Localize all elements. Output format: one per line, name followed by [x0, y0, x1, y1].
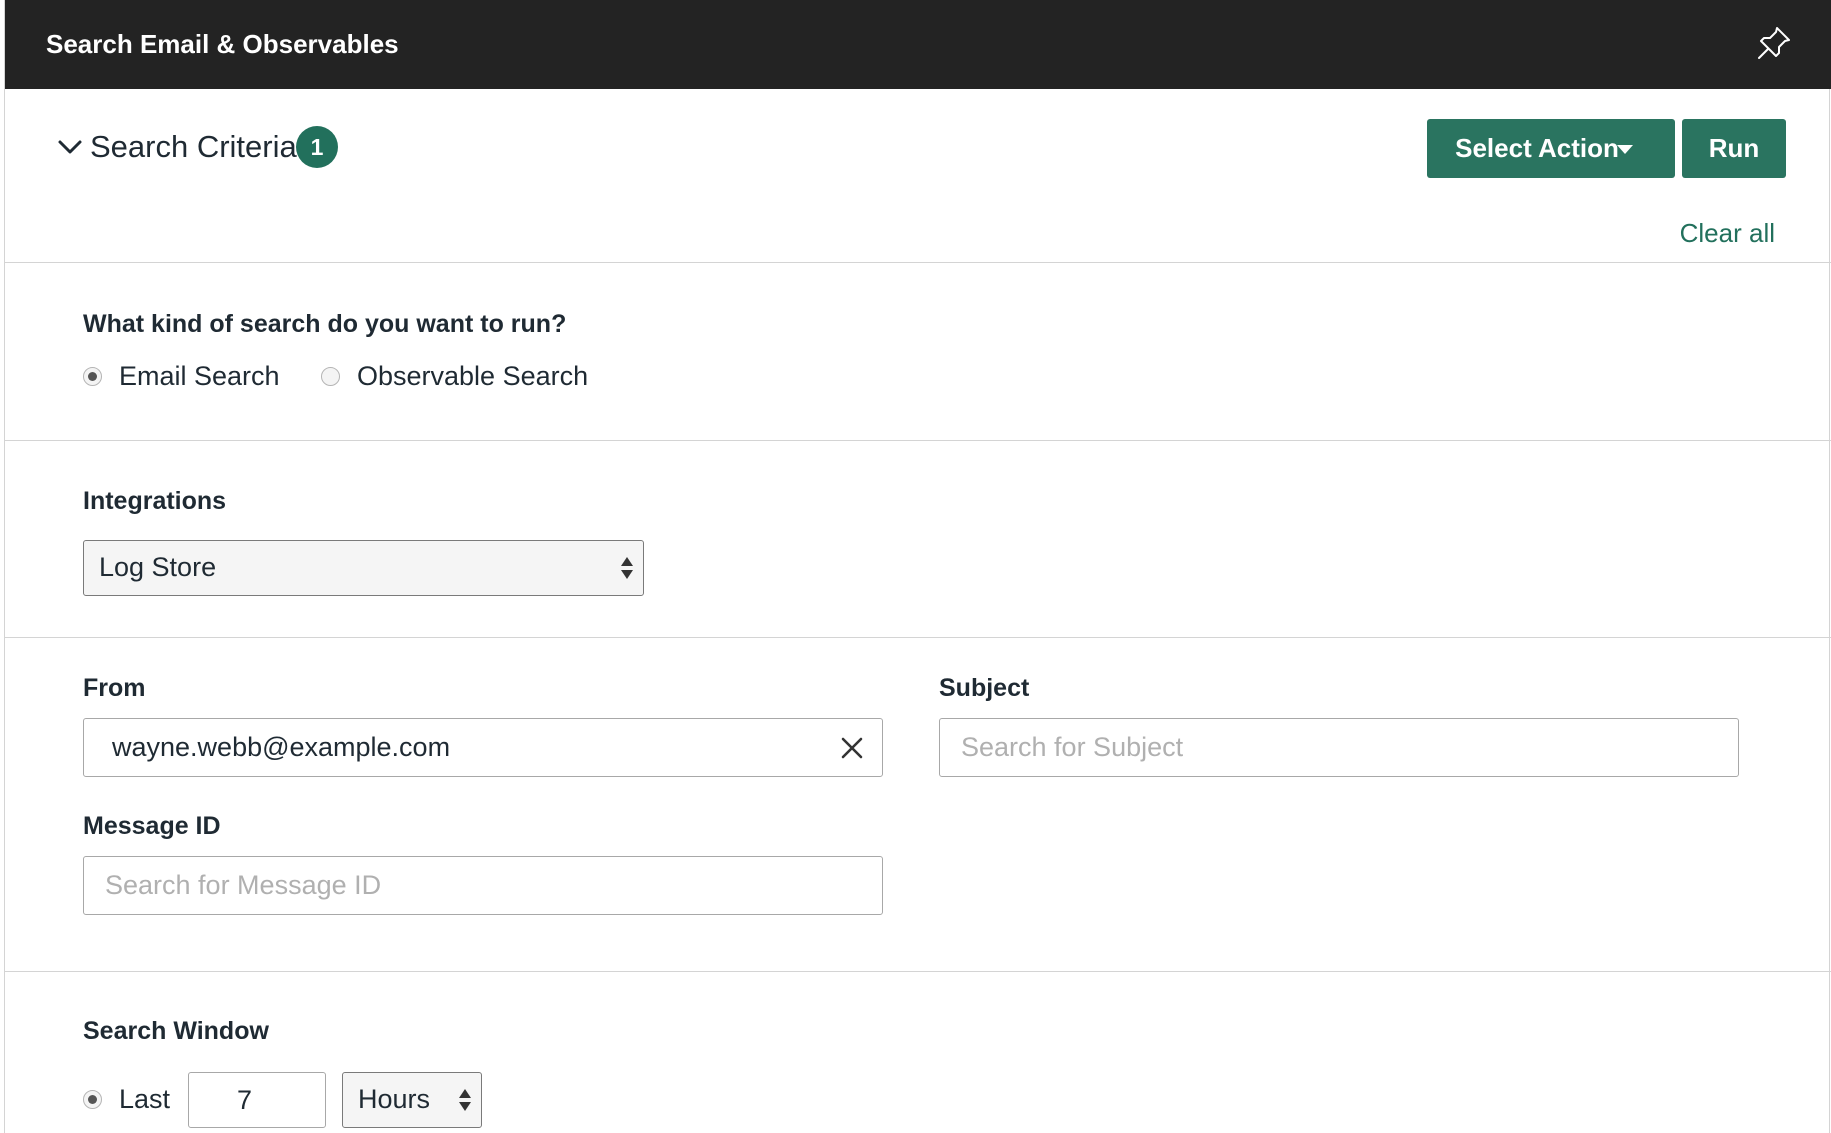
pin-icon[interactable]	[1755, 24, 1793, 62]
panel-title: Search Email & Observables	[46, 29, 399, 59]
radio-button[interactable]	[83, 366, 102, 386]
from-field-value: wayne.webb@example.com	[112, 732, 451, 762]
search-window-label: Search Window	[83, 1017, 269, 1045]
integrations-select[interactable]: Log Store	[83, 540, 644, 596]
clear-icon[interactable]	[840, 736, 864, 760]
radio-button[interactable]	[83, 1089, 102, 1109]
radio-observable-search[interactable]: Observable Search	[321, 359, 588, 393]
select-action-label: Select Action	[1455, 133, 1619, 163]
clear-all-link[interactable]: Clear all	[1680, 217, 1775, 249]
integrations-label: Integrations	[83, 487, 227, 515]
select-arrows-icon	[621, 557, 633, 579]
message-id-placeholder: Search for Message ID	[105, 870, 382, 900]
from-field[interactable]: wayne.webb@example.com	[83, 718, 883, 777]
radio-email-search[interactable]: Email Search	[83, 359, 280, 393]
select-action-button[interactable]: Select Action	[1427, 119, 1675, 178]
subject-label: Subject	[939, 674, 1030, 702]
search-window-section: Search Window Last 7 Hours	[5, 972, 1831, 1133]
from-label: From	[83, 674, 146, 702]
radio-label: Last	[119, 1084, 171, 1114]
subject-placeholder: Search for Subject	[961, 732, 1184, 762]
integrations-selected-value: Log Store	[99, 552, 217, 582]
email-fields-section: From wayne.webb@example.com Subject Sear…	[5, 638, 1831, 972]
search-kind-section: What kind of search do you want to run? …	[5, 263, 1831, 441]
window-amount-input[interactable]: 7	[188, 1072, 326, 1128]
window-unit-select[interactable]: Hours	[342, 1072, 482, 1128]
radio-last[interactable]: Last	[83, 1082, 170, 1116]
radio-button[interactable]	[321, 366, 340, 386]
search-panel: Search Email & Observables Search Criter…	[4, 0, 1831, 1133]
integrations-section: Integrations Log Store	[5, 441, 1831, 638]
criteria-title[interactable]: Search Criteria	[90, 128, 297, 166]
criteria-header: Search Criteria 1 Select Action Run Clea…	[5, 89, 1831, 263]
caret-down-icon	[1617, 145, 1633, 154]
panel-header: Search Email & Observables	[5, 0, 1831, 89]
message-id-field[interactable]: Search for Message ID	[83, 856, 883, 915]
subject-field[interactable]: Search for Subject	[939, 718, 1739, 777]
select-arrows-icon	[459, 1089, 471, 1111]
window-unit-value: Hours	[358, 1084, 431, 1114]
message-id-label: Message ID	[83, 812, 221, 840]
radio-label: Email Search	[119, 361, 280, 391]
chevron-down-icon[interactable]	[57, 134, 83, 160]
search-kind-question: What kind of search do you want to run?	[83, 310, 567, 338]
run-button[interactable]: Run	[1682, 119, 1786, 178]
radio-label: Observable Search	[357, 361, 589, 391]
criteria-count-badge: 1	[296, 126, 338, 168]
